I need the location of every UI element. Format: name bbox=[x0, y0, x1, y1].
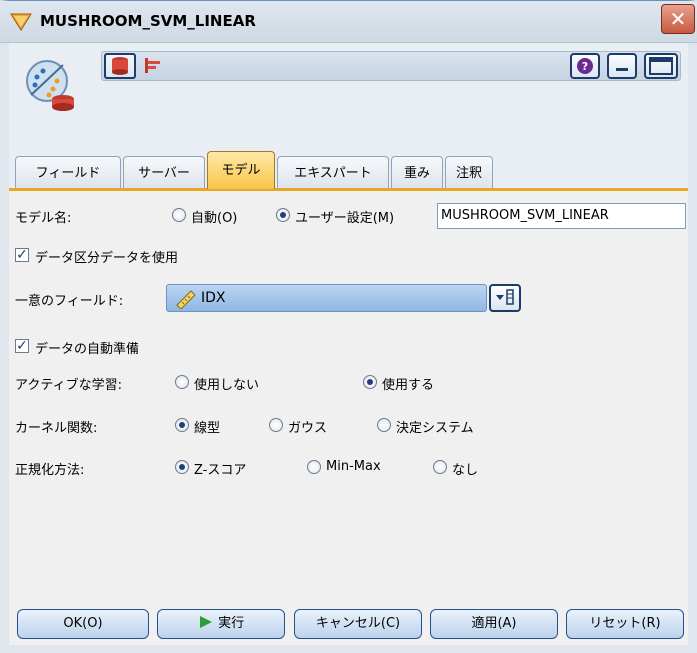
active-learning-off-label: 使用しない bbox=[194, 378, 260, 393]
model-database-icon bbox=[112, 57, 128, 75]
kernel-decision-label: 決定システム bbox=[396, 421, 474, 436]
unique-field-value[interactable]: IDX bbox=[166, 284, 487, 312]
model-name-auto-radio[interactable] bbox=[172, 208, 186, 222]
kernel-linear-radio[interactable] bbox=[175, 418, 189, 432]
model-name-label: モデル名: bbox=[15, 211, 72, 226]
svg-text:?: ? bbox=[582, 60, 588, 73]
button-bar: OK(O) 実行 キャンセル(C) 適用(A) リセット(R) bbox=[9, 599, 688, 645]
use-partition-label: データ区分データを使用 bbox=[35, 251, 179, 266]
kernel-gauss-radio[interactable] bbox=[269, 418, 283, 432]
tab-server[interactable]: サーバー bbox=[123, 156, 205, 189]
kernel-gauss-label: ガウス bbox=[288, 421, 328, 436]
model-view-button[interactable] bbox=[104, 53, 136, 79]
normalization-z-radio[interactable] bbox=[175, 460, 189, 474]
model-settings-panel: モデル名: 自動(O) ユーザー設定(M) MUSHROOM_SVM_LINEA… bbox=[9, 191, 688, 591]
tab-weights[interactable]: 重み bbox=[391, 156, 443, 189]
run-button-label: 実行 bbox=[218, 616, 245, 631]
normalization-minmax-label: Min-Max bbox=[326, 459, 381, 474]
window-title: MUSHROOM_SVM_LINEAR bbox=[40, 12, 256, 30]
help-icon: ? bbox=[577, 58, 593, 74]
normalization-none-label: なし bbox=[452, 463, 479, 478]
reset-button[interactable]: リセット(R) bbox=[566, 609, 684, 639]
apply-button[interactable]: 適用(A) bbox=[430, 609, 558, 639]
chart-view-button[interactable] bbox=[138, 53, 170, 79]
model-name-user-radio[interactable] bbox=[276, 208, 290, 222]
cancel-button[interactable]: キャンセル(C) bbox=[294, 609, 422, 639]
model-name-user-label: ユーザー設定(M) bbox=[295, 211, 395, 226]
unique-field-label: 一意のフィールド: bbox=[15, 294, 124, 309]
run-button[interactable]: 実行 bbox=[157, 609, 285, 639]
auto-prep-checkbox[interactable]: ✓ bbox=[15, 339, 29, 353]
dialog-window: MUSHROOM_SVM_LINEAR ✕ ? フィールド サーバー モデル エ… bbox=[0, 0, 697, 653]
kernel-decision-radio[interactable] bbox=[377, 418, 391, 432]
run-triangle-icon bbox=[199, 616, 212, 628]
help-button[interactable]: ? bbox=[570, 53, 600, 79]
svm-model-icon bbox=[26, 60, 74, 111]
tab-model[interactable]: モデル bbox=[207, 151, 275, 189]
close-button[interactable]: ✕ bbox=[661, 4, 695, 34]
ruler-icon bbox=[176, 290, 196, 309]
title-bar[interactable]: MUSHROOM_SVM_LINEAR ✕ bbox=[0, 1, 697, 43]
normalization-label: 正規化方法: bbox=[15, 463, 85, 478]
active-learning-label: アクティブな学習: bbox=[15, 378, 122, 393]
tab-expert[interactable]: エキスパート bbox=[277, 156, 389, 189]
toolbar: ? bbox=[9, 43, 688, 119]
maximize-button[interactable] bbox=[644, 53, 678, 79]
active-learning-off-radio[interactable] bbox=[175, 375, 189, 389]
active-learning-on-label: 使用する bbox=[382, 378, 435, 393]
auto-prep-label: データの自動準備 bbox=[35, 342, 140, 357]
toolbar-strip: ? bbox=[101, 51, 681, 81]
ok-button[interactable]: OK(O) bbox=[17, 609, 149, 639]
tab-fields[interactable]: フィールド bbox=[15, 156, 121, 189]
kernel-linear-label: 線型 bbox=[194, 421, 221, 436]
normalization-minmax-radio[interactable] bbox=[307, 460, 321, 474]
bar-chart-icon bbox=[145, 58, 160, 73]
model-name-input[interactable]: MUSHROOM_SVM_LINEAR bbox=[437, 203, 686, 229]
model-name-auto-label: 自動(O) bbox=[191, 211, 238, 226]
kernel-label: カーネル関数: bbox=[15, 421, 98, 436]
unique-field-text: IDX bbox=[201, 290, 226, 306]
maximize-icon bbox=[649, 57, 673, 75]
node-type-icon bbox=[10, 13, 32, 31]
use-partition-checkbox[interactable]: ✓ bbox=[15, 248, 29, 262]
tab-annotations[interactable]: 注釈 bbox=[445, 156, 493, 189]
minimize-button[interactable] bbox=[607, 53, 637, 79]
active-learning-on-radio[interactable] bbox=[363, 375, 377, 389]
normalization-none-radio[interactable] bbox=[433, 460, 447, 474]
minimize-icon bbox=[616, 68, 628, 71]
normalization-z-label: Z-スコア bbox=[194, 463, 247, 478]
field-picker-icon bbox=[496, 289, 514, 305]
unique-field-picker-button[interactable] bbox=[489, 284, 521, 312]
